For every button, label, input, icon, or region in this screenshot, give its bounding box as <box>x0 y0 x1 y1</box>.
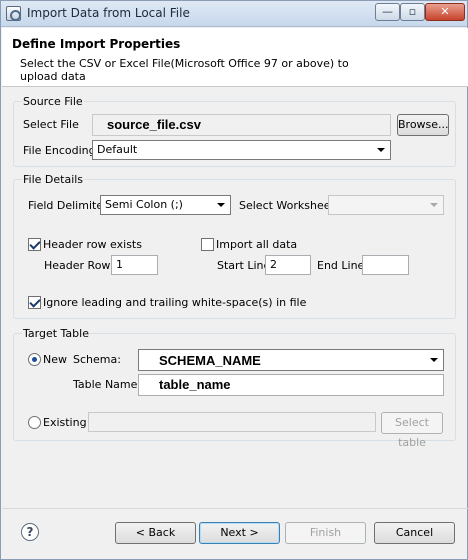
app-icon <box>6 6 21 21</box>
page-description: Select the CSV or Excel File(Microsoft O… <box>20 57 349 83</box>
select-file-label: Select File <box>23 118 79 131</box>
chevron-down-icon <box>430 203 438 207</box>
start-line-label: Start Line <box>217 259 271 272</box>
table-name-input[interactable]: table_name <box>138 374 444 396</box>
footer-divider <box>2 508 468 509</box>
chevron-down-icon <box>217 203 225 207</box>
help-icon[interactable]: ? <box>21 523 39 541</box>
cancel-button[interactable]: Cancel <box>374 522 455 544</box>
chevron-down-icon <box>377 148 385 152</box>
existing-table-label: Existing <box>43 416 87 429</box>
close-button[interactable]: ✕ <box>425 3 465 21</box>
end-line-input[interactable] <box>362 255 409 275</box>
field-delimiter-select[interactable]: Semi Colon (;) <box>100 195 231 215</box>
field-delimiter-value: Semi Colon (;) <box>105 198 183 211</box>
import-all-data-label: Import all data <box>216 238 298 251</box>
header-row-label: Header Row : <box>44 259 118 272</box>
import-dialog-window: Import Data from Local File — ▫ ✕ Define… <box>0 0 468 560</box>
header-row-exists-label: Header row exists <box>43 238 142 251</box>
ignore-whitespace-checkbox[interactable] <box>28 296 41 309</box>
target-table-group-label: Target Table <box>22 327 90 340</box>
dialog-header: Define Import Properties Select the CSV … <box>2 28 468 87</box>
header-row-exists-checkbox[interactable] <box>28 238 41 251</box>
maximize-button[interactable]: ▫ <box>400 3 425 21</box>
chevron-down-icon <box>430 358 438 362</box>
file-encoding-select[interactable]: Default <box>92 140 391 160</box>
table-name-value: table_name <box>159 377 231 392</box>
select-worksheet-label: Select Worksheet: <box>239 199 339 212</box>
minimize-button[interactable]: — <box>375 3 400 21</box>
header-row-input[interactable]: 1 <box>111 255 158 275</box>
source-file-group-label: Source File <box>22 95 84 108</box>
window-title: Import Data from Local File <box>27 6 190 20</box>
table-name-label: Table Name: <box>73 378 142 391</box>
ignore-whitespace-label: Ignore leading and trailing white-space(… <box>43 296 307 309</box>
back-button[interactable]: < Back <box>115 522 196 544</box>
existing-table-field[interactable] <box>88 412 376 432</box>
file-encoding-label: File Encoding <box>23 144 96 157</box>
next-button[interactable]: Next > <box>199 522 280 544</box>
schema-value: SCHEMA_NAME <box>159 353 261 368</box>
schema-label: Schema: <box>73 353 121 366</box>
start-line-input[interactable]: 2 <box>265 255 311 275</box>
select-table-button[interactable]: Select table <box>381 412 443 449</box>
file-encoding-value: Default <box>97 143 138 156</box>
new-table-label: New <box>43 353 67 366</box>
finish-button[interactable]: Finish <box>285 522 366 544</box>
file-details-group-label: File Details <box>22 173 85 186</box>
select-file-value: source_file.csv <box>107 117 201 132</box>
import-all-data-checkbox[interactable] <box>201 238 214 251</box>
field-delimiter-label: Field Delimiter <box>28 199 108 212</box>
select-file-field[interactable]: source_file.csv <box>92 114 391 136</box>
end-line-label: End Line <box>317 259 365 272</box>
browse-button[interactable]: Browse... <box>397 114 449 136</box>
page-title: Define Import Properties <box>12 37 181 51</box>
schema-select[interactable]: SCHEMA_NAME <box>138 349 444 371</box>
new-table-radio[interactable] <box>28 353 41 366</box>
title-bar: Import Data from Local File — ▫ ✕ <box>1 1 467 27</box>
select-worksheet-select[interactable] <box>328 195 444 215</box>
existing-table-radio[interactable] <box>28 416 41 429</box>
